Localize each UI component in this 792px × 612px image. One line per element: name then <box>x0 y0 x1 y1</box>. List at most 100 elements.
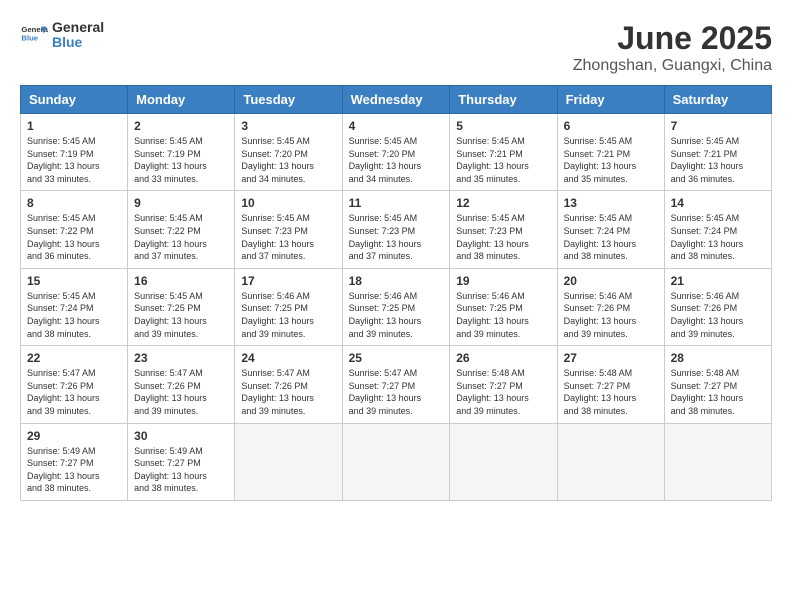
day-info: Sunrise: 5:45 AMSunset: 7:19 PMDaylight:… <box>27 135 121 185</box>
col-sunday: Sunday <box>21 86 128 114</box>
col-friday: Friday <box>557 86 664 114</box>
calendar-title: June 2025 <box>573 20 772 57</box>
day-number: 14 <box>671 196 765 210</box>
table-row: 9Sunrise: 5:45 AMSunset: 7:22 PMDaylight… <box>128 191 235 268</box>
col-tuesday: Tuesday <box>235 86 342 114</box>
calendar-subtitle: Zhongshan, Guangxi, China <box>573 57 772 75</box>
table-row: 2 Sunrise: 5:45 AMSunset: 7:19 PMDaylight… <box>128 114 235 191</box>
day-info: Sunrise: 5:45 AMSunset: 7:23 PMDaylight:… <box>349 212 444 262</box>
table-row <box>664 423 771 500</box>
day-number: 5 <box>456 119 550 133</box>
table-row: 1 Sunrise: 5:45 AMSunset: 7:19 PMDaylight… <box>21 114 128 191</box>
day-number: 11 <box>349 196 444 210</box>
table-row: 22 Sunrise: 5:47 AMSunset: 7:26 PMDayligh… <box>21 346 128 423</box>
table-row: 8 Sunrise: 5:45 AMSunset: 7:22 PMDaylight… <box>21 191 128 268</box>
table-row: 27Sunrise: 5:48 AMSunset: 7:27 PMDayligh… <box>557 346 664 423</box>
calendar-table: Sunday Monday Tuesday Wednesday Thursday… <box>20 85 772 501</box>
day-number: 30 <box>134 429 228 443</box>
day-number: 8 <box>27 196 121 210</box>
table-row: 4Sunrise: 5:45 AMSunset: 7:20 PMDaylight… <box>342 114 450 191</box>
table-row: 23 Sunrise: 5:47 AMSunset: 7:26 PMDayligh… <box>128 346 235 423</box>
day-number: 19 <box>456 274 550 288</box>
day-number: 13 <box>564 196 658 210</box>
day-number: 24 <box>241 351 335 365</box>
day-number: 9 <box>134 196 228 210</box>
day-info: Sunrise: 5:45 AMSunset: 7:19 PMDaylight:… <box>134 135 228 185</box>
day-info: Sunrise: 5:48 AMSunset: 7:27 PMDaylight:… <box>671 367 765 417</box>
table-row: 20 Sunrise: 5:46 AMSunset: 7:26 PMDayligh… <box>557 268 664 345</box>
table-row: 28 Sunrise: 5:48 AMSunset: 7:27 PMDayligh… <box>664 346 771 423</box>
table-row: 19 Sunrise: 5:46 AMSunset: 7:25 PMDayligh… <box>450 268 557 345</box>
day-number: 18 <box>349 274 444 288</box>
logo-text: General Blue <box>52 20 104 51</box>
table-row: 6 Sunrise: 5:45 AMSunset: 7:21 PMDaylight… <box>557 114 664 191</box>
day-number: 2 <box>134 119 228 133</box>
day-info: Sunrise: 5:45 AMSunset: 7:20 PMDaylight:… <box>241 135 335 185</box>
table-row: 18 Sunrise: 5:46 AMSunset: 7:25 PMDayligh… <box>342 268 450 345</box>
day-info: Sunrise: 5:46 AMSunset: 7:26 PMDaylight:… <box>671 290 765 340</box>
day-number: 1 <box>27 119 121 133</box>
table-row: 29Sunrise: 5:49 AMSunset: 7:27 PMDayligh… <box>21 423 128 500</box>
table-row: 11 Sunrise: 5:45 AMSunset: 7:23 PMDayligh… <box>342 191 450 268</box>
col-saturday: Saturday <box>664 86 771 114</box>
day-number: 15 <box>27 274 121 288</box>
day-number: 21 <box>671 274 765 288</box>
table-row <box>557 423 664 500</box>
table-row: 12 Sunrise: 5:45 AMSunset: 7:23 PMDayligh… <box>450 191 557 268</box>
day-info: Sunrise: 5:45 AMSunset: 7:24 PMDaylight:… <box>671 212 765 262</box>
col-thursday: Thursday <box>450 86 557 114</box>
day-number: 20 <box>564 274 658 288</box>
day-info: Sunrise: 5:45 AMSunset: 7:24 PMDaylight:… <box>564 212 658 262</box>
day-info: Sunrise: 5:47 AMSunset: 7:27 PMDaylight:… <box>349 367 444 417</box>
day-number: 28 <box>671 351 765 365</box>
table-row: 30Sunrise: 5:49 AMSunset: 7:27 PMDayligh… <box>128 423 235 500</box>
col-monday: Monday <box>128 86 235 114</box>
day-info: Sunrise: 5:48 AMSunset: 7:27 PMDaylight:… <box>456 367 550 417</box>
day-info: Sunrise: 5:45 AMSunset: 7:21 PMDaylight:… <box>456 135 550 185</box>
day-info: Sunrise: 5:45 AMSunset: 7:23 PMDaylight:… <box>456 212 550 262</box>
day-info: Sunrise: 5:47 AMSunset: 7:26 PMDaylight:… <box>134 367 228 417</box>
table-row <box>342 423 450 500</box>
day-number: 17 <box>241 274 335 288</box>
day-number: 6 <box>564 119 658 133</box>
day-info: Sunrise: 5:45 AMSunset: 7:22 PMDaylight:… <box>27 212 121 262</box>
logo-line1: General <box>52 20 104 35</box>
svg-text:Blue: Blue <box>21 34 38 43</box>
table-row: 17 Sunrise: 5:46 AMSunset: 7:25 PMDayligh… <box>235 268 342 345</box>
table-row: 24 Sunrise: 5:47 AMSunset: 7:26 PMDayligh… <box>235 346 342 423</box>
day-number: 7 <box>671 119 765 133</box>
table-row <box>235 423 342 500</box>
table-row <box>450 423 557 500</box>
table-row: 25Sunrise: 5:47 AMSunset: 7:27 PMDayligh… <box>342 346 450 423</box>
day-info: Sunrise: 5:45 AMSunset: 7:23 PMDaylight:… <box>241 212 335 262</box>
day-info: Sunrise: 5:48 AMSunset: 7:27 PMDaylight:… <box>564 367 658 417</box>
day-number: 3 <box>241 119 335 133</box>
table-row: 3 Sunrise: 5:45 AMSunset: 7:20 PMDaylight… <box>235 114 342 191</box>
table-row: 5 Sunrise: 5:45 AMSunset: 7:21 PMDaylight… <box>450 114 557 191</box>
table-row: 26 Sunrise: 5:48 AMSunset: 7:27 PMDayligh… <box>450 346 557 423</box>
day-info: Sunrise: 5:46 AMSunset: 7:25 PMDaylight:… <box>349 290 444 340</box>
table-row: 13 Sunrise: 5:45 AMSunset: 7:24 PMDayligh… <box>557 191 664 268</box>
table-row: 15 Sunrise: 5:45 AMSunset: 7:24 PMDayligh… <box>21 268 128 345</box>
day-number: 23 <box>134 351 228 365</box>
day-info: Sunrise: 5:49 AMSunset: 7:27 PMDaylight:… <box>27 445 121 495</box>
day-info: Sunrise: 5:47 AMSunset: 7:26 PMDaylight:… <box>241 367 335 417</box>
day-number: 12 <box>456 196 550 210</box>
col-wednesday: Wednesday <box>342 86 450 114</box>
day-info: Sunrise: 5:46 AMSunset: 7:25 PMDaylight:… <box>456 290 550 340</box>
day-info: Sunrise: 5:45 AMSunset: 7:21 PMDaylight:… <box>564 135 658 185</box>
table-row: 7Sunrise: 5:45 AMSunset: 7:21 PMDaylight… <box>664 114 771 191</box>
day-number: 22 <box>27 351 121 365</box>
day-info: Sunrise: 5:47 AMSunset: 7:26 PMDaylight:… <box>27 367 121 417</box>
logo-line2: Blue <box>52 35 104 50</box>
day-info: Sunrise: 5:46 AMSunset: 7:25 PMDaylight:… <box>241 290 335 340</box>
day-info: Sunrise: 5:46 AMSunset: 7:26 PMDaylight:… <box>564 290 658 340</box>
table-row: 21 Sunrise: 5:46 AMSunset: 7:26 PMDayligh… <box>664 268 771 345</box>
day-info: Sunrise: 5:45 AMSunset: 7:25 PMDaylight:… <box>134 290 228 340</box>
page-header: General Blue General Blue June 2025 Zhon… <box>20 20 772 75</box>
day-number: 26 <box>456 351 550 365</box>
day-number: 10 <box>241 196 335 210</box>
logo: General Blue General Blue <box>20 20 104 51</box>
calendar-header-row: Sunday Monday Tuesday Wednesday Thursday… <box>21 86 772 114</box>
day-info: Sunrise: 5:45 AMSunset: 7:24 PMDaylight:… <box>27 290 121 340</box>
